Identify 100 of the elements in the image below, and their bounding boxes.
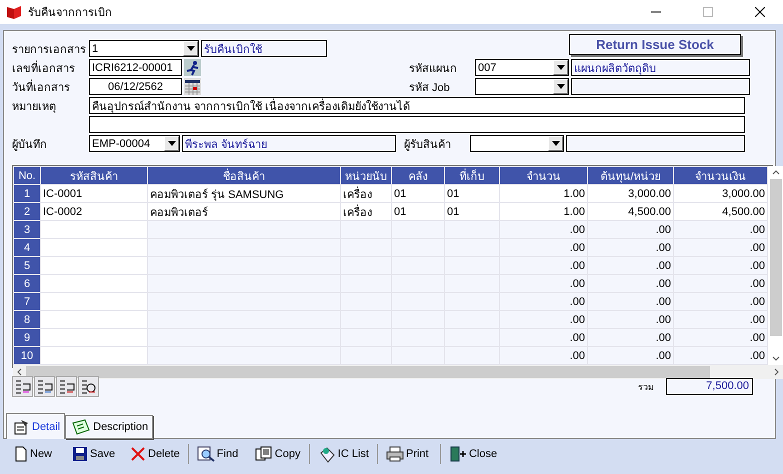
- table-cell: .00: [674, 347, 767, 364]
- calendar-icon[interactable]: [184, 78, 201, 95]
- window-title: รับคืนจากการเบิก: [28, 6, 113, 21]
- remark-field[interactable]: คืนอุปกรณ์สำนักงาน จากการเบิกใช้ เนื่องจากเครื่องเดิมยังใช้งานได้: [89, 97, 745, 114]
- table-cell: .00: [500, 221, 587, 238]
- toolbar-button[interactable]: New: [8, 443, 66, 465]
- field-label: รหัส Job: [408, 80, 451, 96]
- row-number: 5: [14, 257, 40, 274]
- dropdown-field[interactable]: [475, 78, 569, 95]
- caret-icon: [186, 46, 194, 51]
- table-cell: .00: [588, 275, 673, 292]
- toolbar-button[interactable]: Delete: [124, 443, 186, 465]
- row-number: 9: [14, 329, 40, 346]
- row-number: 2: [14, 203, 40, 220]
- tab[interactable]: Description: [65, 415, 154, 439]
- delete-icon: [130, 446, 146, 462]
- column-header: คลัง: [392, 167, 444, 184]
- description-field: พีระพล จันทร์ฉาย: [182, 135, 396, 152]
- runner-icon[interactable]: [184, 59, 201, 76]
- table-cell: 3,000.00: [674, 185, 767, 202]
- table-cell: .00: [500, 239, 587, 256]
- field-label: รายการเอกสาร: [12, 42, 87, 58]
- dropdown-field[interactable]: 007: [475, 59, 569, 76]
- dropdown-field[interactable]: [470, 135, 564, 152]
- field-label: วันที่เอกสาร: [12, 78, 71, 96]
- table-cell: .00: [500, 329, 587, 346]
- table-cell: .00: [674, 329, 767, 346]
- column-header: จำนวนเงิน: [674, 167, 767, 184]
- table-cell: [445, 221, 499, 238]
- maximize-icon: [703, 7, 713, 17]
- minimize-icon: [651, 11, 661, 13]
- column-header: No.: [14, 167, 40, 184]
- toolbar-button[interactable]: Find: [190, 443, 249, 465]
- insert-row-button[interactable]: [12, 376, 33, 397]
- delete-row-button[interactable]: [56, 376, 77, 397]
- dropdown-field[interactable]: 1: [89, 40, 199, 57]
- toolbar-button[interactable]: Save: [66, 443, 124, 465]
- row-number: 4: [14, 239, 40, 256]
- row-number: 8: [14, 311, 40, 328]
- new-document-icon: [14, 446, 28, 462]
- row-number: 1: [14, 185, 40, 202]
- list-icon: [318, 445, 336, 463]
- row-number: 6: [14, 275, 40, 292]
- table-cell: เครื่อง: [341, 203, 391, 220]
- table-cell: IC-0001: [41, 185, 147, 202]
- horizontal-scrollbar[interactable]: [13, 365, 783, 379]
- table-cell: .00: [500, 347, 587, 364]
- note-icon: [72, 419, 90, 435]
- table-cell: 4,500.00: [674, 203, 767, 220]
- remark-field[interactable]: [89, 116, 745, 133]
- close-icon: [755, 7, 765, 17]
- table-cell: .00: [588, 311, 673, 328]
- table-cell: .00: [588, 293, 673, 310]
- table-cell: คอมพิวเตอร์ รุ่น SAMSUNG: [148, 185, 340, 202]
- door-icon: [448, 445, 467, 463]
- zoom-grid-button[interactable]: [78, 376, 99, 397]
- field-label: รหัสแผนก: [408, 62, 458, 76]
- table-cell: .00: [588, 239, 673, 256]
- row-number: 10: [14, 347, 40, 364]
- table-cell: [392, 221, 444, 238]
- toolbar-button[interactable]: Close: [442, 443, 504, 465]
- input-field[interactable]: ICRI6212-00001: [89, 59, 182, 76]
- book-icon: [6, 5, 22, 19]
- column-header: หน่วยนับ: [341, 167, 391, 184]
- caret-icon: [556, 84, 564, 89]
- toolbar-button[interactable]: Copy: [248, 443, 307, 465]
- table-cell: .00: [674, 239, 767, 256]
- tab[interactable]: Detail: [6, 413, 66, 439]
- append-row-button[interactable]: [34, 376, 55, 397]
- table-cell: 01: [392, 203, 444, 220]
- table-cell: .00: [674, 257, 767, 274]
- row-number: 3: [14, 221, 40, 238]
- table-cell: IC-0002: [41, 203, 147, 220]
- date-field[interactable]: 06/12/2562: [89, 78, 182, 95]
- printer-icon: [386, 446, 404, 462]
- field-label: ผู้บันทึก: [12, 138, 48, 152]
- column-header: รหัสสินค้า: [41, 167, 147, 184]
- table-cell: 3,000.00: [588, 185, 673, 202]
- table-cell: .00: [588, 347, 673, 364]
- caret-icon: [552, 141, 560, 146]
- table-cell: 1.00: [500, 185, 587, 202]
- table-cell: .00: [588, 221, 673, 238]
- table-cell: คอมพิวเตอร์: [148, 203, 340, 220]
- toolbar-button[interactable]: IC List: [312, 443, 375, 465]
- return-issue-stock-button[interactable]: Return Issue Stock: [569, 34, 741, 55]
- dropdown-field[interactable]: EMP-00004: [89, 135, 180, 152]
- table-cell: [341, 221, 391, 238]
- field-label: เลขที่เอกสาร: [12, 60, 76, 76]
- table-cell: 01: [445, 185, 499, 202]
- vertical-scrollbar[interactable]: [768, 166, 783, 365]
- table-cell: 01: [392, 185, 444, 202]
- table-cell: .00: [588, 257, 673, 274]
- description-field: แผนกผลิตวัตถุดิบ: [571, 59, 750, 76]
- column-header: จำนวน: [500, 167, 587, 184]
- caret-icon: [168, 141, 176, 146]
- toolbar-button[interactable]: Print: [380, 443, 438, 465]
- table-cell: .00: [674, 221, 767, 238]
- column-header: ต้นทุน/หน่วย: [588, 167, 673, 184]
- column-header: ชื่อสินค้า: [148, 167, 340, 184]
- search-icon: [196, 446, 215, 462]
